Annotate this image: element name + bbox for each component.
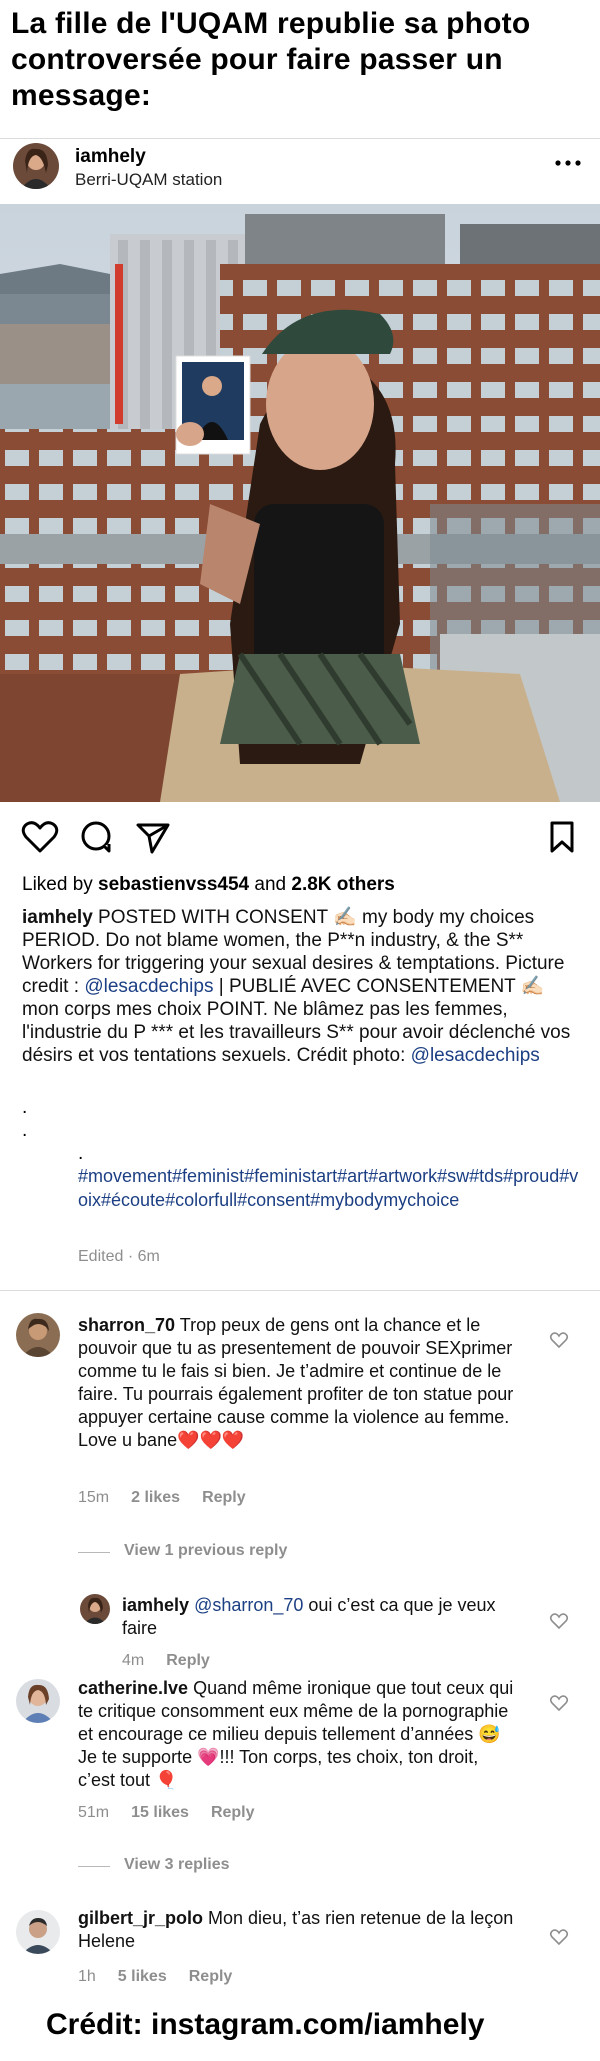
view-replies-line (78, 1866, 110, 1867)
view-replies-button[interactable]: View 3 replies (124, 1856, 230, 1874)
reply-button[interactable]: Reply (189, 1968, 233, 1985)
dot: . (78, 1143, 84, 1164)
divider (0, 1290, 600, 1291)
comment-meta: 15m 2 likes Reply (78, 1489, 268, 1507)
bookmark-icon[interactable] (540, 815, 584, 859)
reply-button[interactable]: Reply (211, 1804, 255, 1821)
comment: sharron_70 Trop peux de gens ont la chan… (78, 1314, 540, 1452)
comment: gilbert_jr_polo Mon dieu, t’as rien rete… (78, 1907, 518, 1953)
post-username[interactable]: iamhely (75, 146, 146, 168)
comment-meta: 4m Reply (122, 1652, 232, 1670)
post-photo[interactable] (0, 204, 600, 802)
more-horizontal-icon[interactable] (546, 148, 590, 178)
reply-comment: iamhely @sharron_70 oui c’est ca que je … (122, 1594, 532, 1640)
likes-user[interactable]: sebastienvss454 (98, 874, 249, 895)
share-icon[interactable] (130, 815, 174, 859)
dot: . (22, 1097, 28, 1118)
comment-like-icon[interactable] (549, 1927, 569, 1947)
avatar[interactable] (16, 1679, 60, 1723)
comment-like-icon[interactable] (549, 1693, 569, 1713)
image-credit: Crédit: instagram.com/iamhely (46, 2008, 485, 2041)
caption-mention-1[interactable]: @lesacdechips (84, 976, 213, 997)
likes-summary[interactable]: Liked by sebastienvss454 and 2.8K others (22, 874, 395, 896)
comment-username[interactable]: iamhely (122, 1595, 189, 1615)
caption-mention-2[interactable]: @lesacdechips (411, 1045, 540, 1066)
dot: . (22, 1120, 28, 1141)
avatar[interactable] (16, 1313, 60, 1357)
comment-time: 15m (78, 1489, 110, 1506)
likes-prefix: Liked by (22, 874, 99, 895)
comment-username[interactable]: sharron_70 (78, 1315, 175, 1335)
comment-time: 4m (122, 1652, 145, 1669)
reply-button[interactable]: Reply (166, 1652, 210, 1669)
avatar[interactable] (16, 1910, 60, 1954)
reply-button[interactable]: Reply (202, 1489, 246, 1506)
headline: La fille de l'UQAM republie sa photo con… (11, 7, 531, 112)
comment-likes[interactable]: 2 likes (131, 1489, 180, 1506)
comment-time: 51m (78, 1804, 110, 1821)
comment-username[interactable]: catherine.lve (78, 1678, 188, 1698)
comment-username[interactable]: gilbert_jr_polo (78, 1908, 203, 1928)
comment: catherine.lve Quand même ironique que to… (78, 1677, 518, 1792)
likes-count[interactable]: 2.8K others (291, 874, 394, 895)
hashtags[interactable]: #movement#feminist#feministart#art#artwo… (78, 1164, 583, 1212)
comment-likes[interactable]: 5 likes (118, 1968, 167, 1985)
edited-timestamp: Edited · 6m (78, 1248, 160, 1265)
comment-text: Trop peux de gens ont la chance et le po… (78, 1315, 514, 1450)
comment-like-icon[interactable] (549, 1330, 569, 1350)
comment-likes[interactable]: 15 likes (131, 1804, 189, 1821)
view-replies-button[interactable]: View 1 previous reply (124, 1542, 287, 1560)
avatar[interactable] (13, 143, 59, 189)
comment-like-icon[interactable] (549, 1611, 569, 1631)
likes-mid: and (249, 874, 292, 895)
heart-icon[interactable] (18, 815, 62, 859)
post-location[interactable]: Berri-UQAM station (75, 170, 222, 190)
caption-dots: . . . (22, 1096, 83, 1165)
comment-icon[interactable] (74, 815, 118, 859)
avatar[interactable] (80, 1594, 110, 1624)
comment-mention[interactable]: @sharron_70 (194, 1595, 303, 1615)
comment-meta: 1h 5 likes Reply (78, 1968, 254, 1986)
post-caption: iamhely POSTED WITH CONSENT ✍🏻 my body m… (22, 906, 582, 1067)
comment-time: 1h (78, 1968, 96, 1985)
comment-meta: 51m 15 likes Reply (78, 1804, 277, 1822)
view-replies-line (78, 1552, 110, 1553)
caption-username[interactable]: iamhely (22, 907, 93, 928)
